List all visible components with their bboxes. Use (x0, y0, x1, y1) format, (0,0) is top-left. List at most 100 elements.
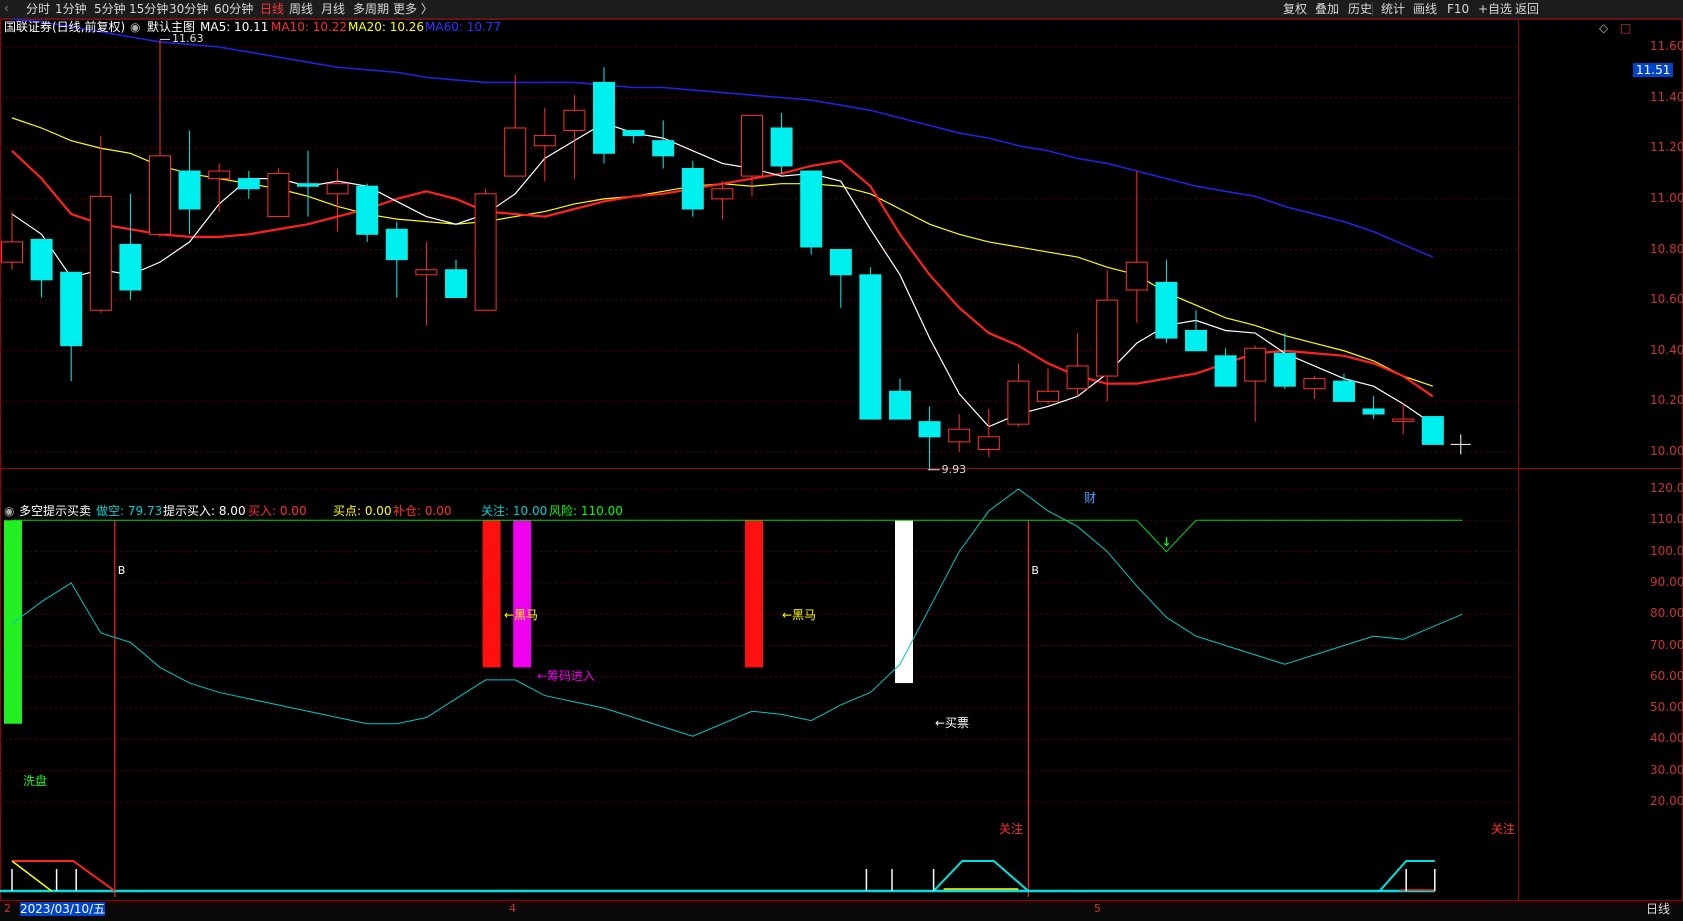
toolbar-button-3[interactable]: 统计 (1381, 1, 1405, 17)
period-tab-9[interactable]: 多周期 (353, 1, 389, 17)
candle-body[interactable] (1362, 408, 1385, 415)
bottom-period-label: 日线 (1646, 902, 1671, 916)
candle-body[interactable] (1, 241, 23, 263)
candle-body[interactable] (829, 249, 852, 276)
candle-body[interactable] (415, 269, 438, 276)
candle-body[interactable] (1273, 352, 1296, 387)
guanzhu-trap-2 (1378, 860, 1435, 892)
candle-body[interactable] (977, 436, 1000, 450)
candle-body[interactable] (1421, 416, 1444, 445)
period-tab-6[interactable]: 日线 (260, 1, 284, 17)
candle-body[interactable] (237, 178, 260, 190)
candle-body[interactable] (89, 195, 112, 311)
period-tab-1[interactable]: 1分钟 (55, 1, 87, 17)
candle-body[interactable] (741, 114, 763, 177)
candle-body[interactable] (533, 135, 556, 147)
guanzhu-legend: 关注: 10.00 (481, 504, 548, 518)
toolbar-button-1[interactable]: 叠加 (1315, 1, 1339, 17)
candle-body[interactable] (918, 421, 941, 438)
fengxian-line (12, 519, 1463, 553)
candle-body[interactable] (681, 168, 704, 210)
sub-tick-label: 90.00 (1650, 574, 1683, 589)
toolbar-button-4[interactable]: 画线 (1413, 1, 1437, 17)
sub-tick-label: 40.00 (1650, 731, 1683, 746)
candle-body[interactable] (652, 140, 675, 157)
candle-body[interactable] (474, 193, 497, 311)
candle-body[interactable] (178, 170, 201, 210)
candle-body[interactable] (60, 271, 83, 347)
candle-body[interactable] (1214, 355, 1237, 387)
candle-body[interactable] (445, 269, 467, 299)
period-tab-5[interactable]: 60分钟 (214, 1, 253, 17)
toolbar-button-5[interactable]: F10 (1447, 1, 1469, 17)
candle-body[interactable] (1392, 418, 1415, 423)
price-tick-label: 11.20 (1650, 140, 1683, 155)
candle-body[interactable] (948, 428, 971, 443)
period-tab-4[interactable]: 30分钟 (169, 1, 208, 17)
back-arrow-icon[interactable]: ‹ (4, 0, 9, 16)
month-label: 2 (4, 902, 11, 915)
expand-icon[interactable]: □ (1620, 21, 1631, 35)
candle-body[interactable] (622, 130, 645, 137)
sub-settings-icon[interactable]: ◉ (4, 504, 14, 518)
candle-body[interactable] (504, 127, 527, 177)
candle-body[interactable] (119, 243, 142, 291)
candle-body[interactable] (1303, 378, 1326, 390)
candle-body[interactable] (149, 155, 171, 235)
ma20-line (11, 117, 1433, 387)
period-tab-2[interactable]: 5分钟 (94, 1, 126, 17)
chouma-signal-bar[interactable] (513, 520, 532, 668)
candle-body[interactable] (356, 185, 379, 235)
price-tick-label: 11.40 (1650, 89, 1683, 104)
candle-body[interactable] (267, 173, 290, 218)
period-tab-7[interactable]: 周线 (289, 1, 313, 17)
candle-body[interactable] (593, 81, 615, 154)
candle-body[interactable] (208, 170, 231, 180)
period-tab-10[interactable]: 更多 〉 (393, 1, 433, 17)
kline-chart[interactable] (0, 19, 1683, 920)
candle-body[interactable] (711, 188, 734, 200)
heima-signal-bar-1[interactable] (482, 520, 501, 668)
diamond-icon[interactable]: ◇ (1599, 21, 1608, 35)
maipiao-signal-bar[interactable] (895, 520, 913, 684)
candle-body[interactable] (563, 109, 586, 132)
current-price-box: 11.51 (1633, 62, 1674, 77)
stock-title: 国联证券(日线,前复权) (4, 20, 126, 34)
chouma-label: ←筹码进入 (537, 669, 596, 683)
chart-border (0, 19, 1683, 901)
candle-body[interactable] (889, 390, 911, 420)
candle-body[interactable] (1244, 347, 1267, 382)
candle-body[interactable] (1333, 380, 1355, 402)
indicator-name: 默认主图 (147, 20, 196, 34)
candle-body[interactable] (326, 183, 349, 195)
candle-body[interactable] (859, 274, 882, 420)
sub-tick-label: 100.00 (1650, 543, 1683, 558)
candle-body[interactable] (30, 238, 53, 281)
candle-body[interactable] (800, 170, 823, 248)
period-tab-0[interactable]: 分时 (26, 1, 50, 17)
candle-body[interactable] (1125, 261, 1148, 291)
month-label: 4 (509, 902, 516, 915)
candle-body[interactable] (297, 183, 319, 187)
b-label-2: B (1031, 564, 1039, 577)
toolbar-button-0[interactable]: 复权 (1283, 1, 1307, 17)
candle-body[interactable] (1007, 380, 1030, 425)
candle-body[interactable] (1037, 390, 1059, 402)
xipan-signal-bar[interactable] (4, 520, 22, 724)
candle-body[interactable] (1155, 281, 1178, 339)
settings-gear-icon[interactable]: ◉ (130, 20, 140, 34)
heima-signal-bar-2[interactable] (745, 520, 763, 668)
period-tab-3[interactable]: 15分钟 (129, 1, 168, 17)
candle-body[interactable] (1096, 299, 1119, 377)
toolbar-button-6[interactable]: +自选 (1478, 1, 1512, 17)
toolbar-button-7[interactable]: 返回 (1515, 1, 1539, 17)
period-tab-8[interactable]: 月线 (321, 1, 345, 17)
candle-body[interactable] (1185, 330, 1207, 352)
candle-body[interactable] (1066, 365, 1089, 390)
ma20-legend: MA20: 10.26 (348, 20, 425, 34)
toolbar-button-2[interactable]: 历史 (1348, 1, 1372, 17)
sub-tick-label: 30.00 (1650, 762, 1683, 777)
candle-body[interactable] (770, 127, 793, 167)
down-arrow-icon: ↓ (1161, 535, 1172, 549)
candle-body[interactable] (385, 228, 408, 261)
